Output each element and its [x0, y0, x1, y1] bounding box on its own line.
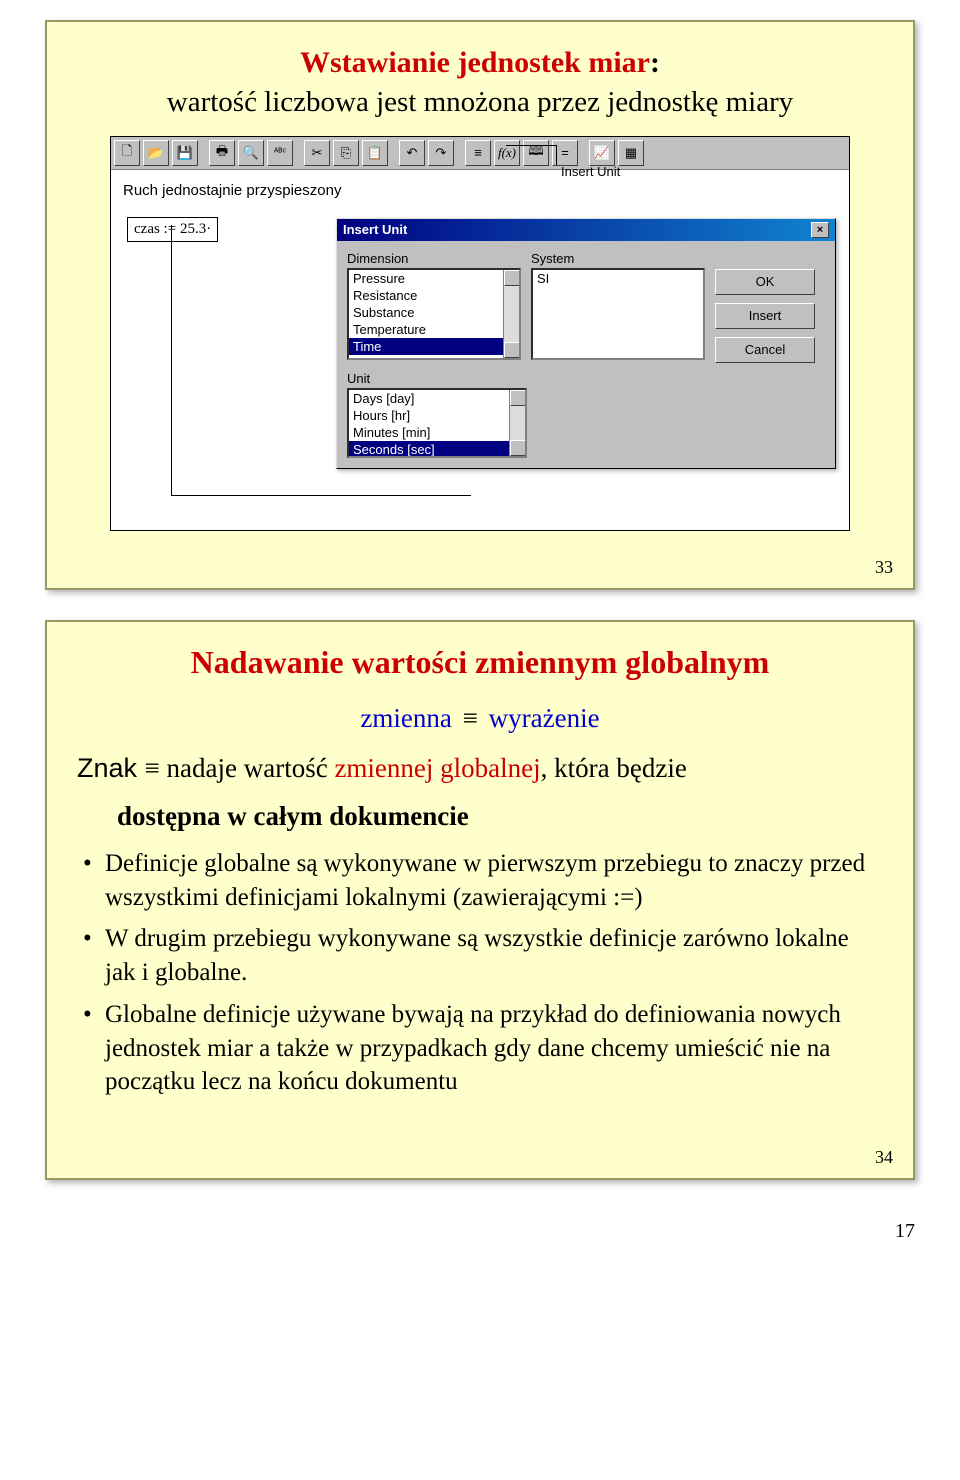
unit-label: Unit	[347, 371, 825, 386]
dimension-label: Dimension	[347, 251, 521, 266]
list-item[interactable]: Pressure	[349, 270, 519, 287]
callout-insert-unit: Insert Unit	[561, 164, 620, 179]
preview-icon[interactable]: 🔍	[238, 140, 264, 166]
slide2-line2: dostępna w całym dokumencie	[77, 798, 883, 834]
dialog-titlebar[interactable]: Insert Unit ×	[337, 219, 835, 241]
list-item[interactable]: Resistance	[349, 287, 519, 304]
document-heading: Ruch jednostajnie przyspieszony	[123, 182, 837, 199]
bullet-item: Definicje globalne są wykonywane w pierw…	[105, 847, 883, 915]
matrix-icon[interactable]: ▦	[618, 140, 644, 166]
open-icon[interactable]: 📂	[143, 140, 169, 166]
chart-icon[interactable]: 📈	[589, 140, 615, 166]
scrollbar[interactable]	[509, 390, 525, 456]
formula-box[interactable]: czas := 25.3·	[127, 217, 218, 242]
dialog-body: Dimension Pressure Resistance Substance …	[337, 241, 835, 468]
page-number: 17	[45, 1220, 915, 1243]
insert-unit-icon[interactable]: 🕮	[523, 140, 549, 166]
slide-number: 33	[875, 557, 893, 578]
list-item[interactable]: SI	[533, 270, 703, 287]
list-item-selected[interactable]: Time	[349, 338, 519, 355]
slide1-subtitle: wartość liczbowa jest mnożona przez jedn…	[77, 84, 883, 120]
document-surface[interactable]: Ruch jednostajnie przyspieszony czas := …	[111, 170, 849, 530]
new-icon[interactable]: 🗋	[114, 140, 140, 166]
cut-icon[interactable]: ✂	[304, 140, 330, 166]
identity-symbol: ≡	[145, 753, 160, 783]
redo-icon[interactable]: ↷	[428, 140, 454, 166]
system-listbox[interactable]: SI	[531, 268, 705, 360]
znak-label: Znak	[77, 753, 145, 783]
undo-icon[interactable]: ↶	[399, 140, 425, 166]
save-icon[interactable]: 💾	[172, 140, 198, 166]
slide2-line1: Znak ≡ nadaje wartość zmiennej globalnej…	[77, 750, 883, 786]
unit-section: Unit Days [day] Hours [hr] Minutes [min]…	[347, 371, 825, 458]
close-icon[interactable]: ×	[811, 222, 829, 238]
list-item[interactable]: Days [day]	[349, 390, 525, 407]
dimension-column: Dimension Pressure Resistance Substance …	[347, 251, 521, 363]
keyword-zmiennej: zmiennej globalnej	[334, 753, 540, 783]
bullet-list: Definicje globalne są wykonywane w pierw…	[77, 847, 883, 1099]
slide-2: Nadawanie wartości zmiennym globalnym zm…	[45, 620, 915, 1180]
system-column: System SI	[531, 251, 705, 363]
callout-line-1	[556, 145, 557, 165]
callout-line-2b	[171, 495, 471, 496]
app-window: 🗋 📂 💾 🖶 🔍 ᴬᴮᶜ ✂ ⎘ 📋 ↶ ↷ ≡ f(x) 🕮 = 📈 ▦ R…	[110, 136, 850, 531]
print-icon[interactable]: 🖶	[209, 140, 235, 166]
list-item-selected[interactable]: Seconds [sec]	[349, 441, 525, 458]
list-item[interactable]: Minutes [min]	[349, 424, 525, 441]
formula-lhs: zmienna	[360, 703, 451, 733]
line-tail: , która będzie	[541, 753, 687, 783]
slide-number: 34	[875, 1147, 893, 1168]
insert-unit-dialog: Insert Unit × Dimension Pressure Resista…	[336, 218, 836, 469]
formula-rhs: wyrażenie	[489, 703, 600, 733]
scrollbar[interactable]	[503, 270, 519, 358]
dialog-buttons: OK Insert Cancel	[715, 251, 825, 363]
paste-icon[interactable]: 📋	[362, 140, 388, 166]
toolbar: 🗋 📂 💾 🖶 🔍 ᴬᴮᶜ ✂ ⎘ 📋 ↶ ↷ ≡ f(x) 🕮 = 📈 ▦	[111, 137, 849, 170]
title-red-text: Wstawianie jednostek miar	[300, 46, 650, 79]
bullet-item: Globalne definicje używane bywają na prz…	[105, 998, 883, 1099]
callout-line-2	[171, 225, 172, 495]
list-item[interactable]: Substance	[349, 304, 519, 321]
cancel-button[interactable]: Cancel	[715, 337, 815, 363]
fx-icon[interactable]: f(x)	[494, 140, 520, 166]
slide2-formula: zmienna ≡ wyrażenie	[77, 703, 883, 734]
slide2-title: Nadawanie wartości zmiennym globalnym	[77, 644, 883, 681]
list-item[interactable]: Velocity	[349, 355, 519, 360]
align-icon[interactable]: ≡	[465, 140, 491, 166]
title-colon: :	[650, 46, 660, 79]
copy-icon[interactable]: ⎘	[333, 140, 359, 166]
slide1-title: Wstawianie jednostek miar:	[77, 44, 883, 82]
list-item[interactable]: Temperature	[349, 321, 519, 338]
dialog-title-text: Insert Unit	[343, 222, 407, 237]
unit-listbox[interactable]: Days [day] Hours [hr] Minutes [min] Seco…	[347, 388, 527, 458]
bullet-item: W drugim przebiegu wykonywane są wszystk…	[105, 922, 883, 990]
dimension-listbox[interactable]: Pressure Resistance Substance Temperatur…	[347, 268, 521, 360]
callout-line-1b	[506, 145, 556, 146]
list-item[interactable]: Hours [hr]	[349, 407, 525, 424]
system-label: System	[531, 251, 705, 266]
ok-button[interactable]: OK	[715, 269, 815, 295]
slide-1: Wstawianie jednostek miar: wartość liczb…	[45, 20, 915, 590]
spellcheck-icon[interactable]: ᴬᴮᶜ	[267, 140, 293, 166]
insert-button[interactable]: Insert	[715, 303, 815, 329]
line-rest: nadaje wartość	[160, 753, 335, 783]
identity-symbol: ≡	[463, 703, 478, 733]
